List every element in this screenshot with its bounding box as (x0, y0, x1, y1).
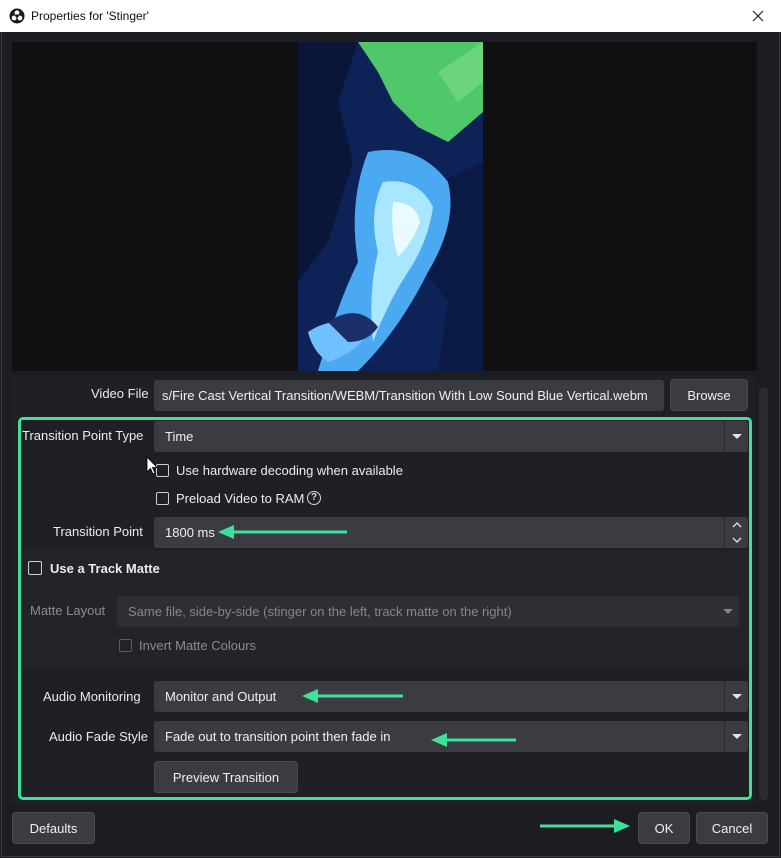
cancel-button[interactable]: Cancel (696, 812, 768, 844)
title-bar: Properties for 'Stinger' (0, 0, 781, 32)
ok-button-label: OK (654, 820, 674, 836)
annotation-arrow-icon (540, 819, 630, 833)
properties-scrollbar[interactable] (759, 388, 768, 800)
annotation-arrow-icon (302, 689, 403, 703)
video-preview-frame (298, 42, 483, 371)
video-file-label: Video File (91, 386, 149, 401)
browse-button[interactable]: Browse (670, 379, 748, 411)
close-icon (752, 10, 764, 22)
ok-button[interactable]: OK (638, 812, 690, 844)
obs-logo-icon (9, 8, 25, 24)
video-file-input[interactable]: s/Fire Cast Vertical Transition/WEBM/Tra… (154, 380, 664, 411)
annotation-arrow-icon (431, 733, 516, 747)
preview-artwork (298, 42, 483, 371)
defaults-button[interactable]: Defaults (12, 812, 95, 844)
video-file-path: s/Fire Cast Vertical Transition/WEBM/Tra… (162, 388, 648, 403)
browse-button-label: Browse (687, 387, 731, 403)
cancel-button-label: Cancel (711, 820, 753, 836)
defaults-button-label: Defaults (29, 820, 78, 836)
window-title: Properties for 'Stinger' (31, 9, 149, 23)
annotation-arrow-icon (218, 525, 347, 539)
close-button[interactable] (735, 0, 781, 32)
annotation-highlight-box (18, 417, 752, 800)
